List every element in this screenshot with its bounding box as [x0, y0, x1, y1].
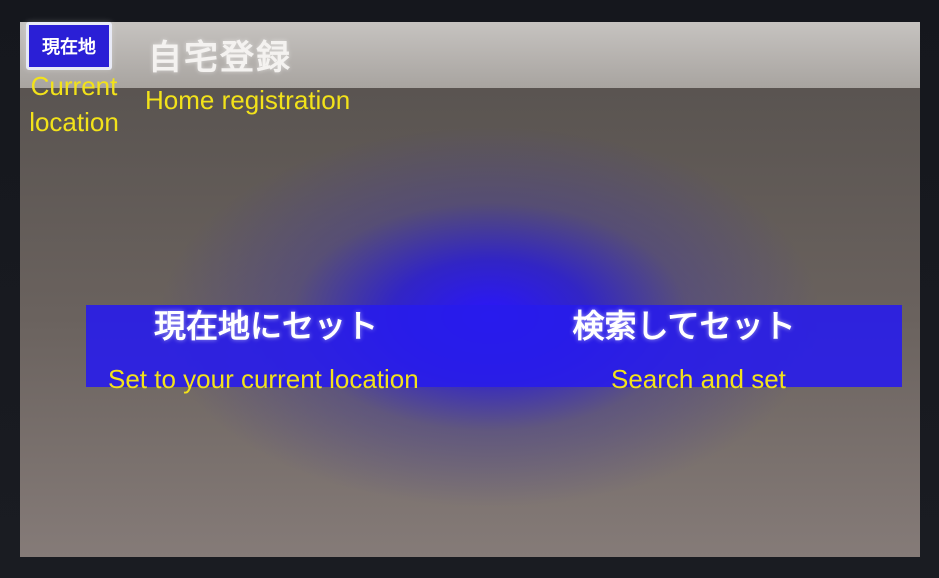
- caption-home-registration: Home registration: [145, 85, 351, 115]
- set-to-current-location-button[interactable]: 現在地にセット: [66, 283, 466, 365]
- search-and-set-button[interactable]: 検索してセット: [486, 283, 882, 365]
- current-location-button[interactable]: 現在地: [26, 22, 112, 70]
- caption-search-and-set: Search and set: [611, 364, 786, 394]
- page-title: 自宅登録: [148, 38, 292, 78]
- caption-set-current-location: Set to your current location: [108, 364, 419, 394]
- caption-current-location: Current location: [29, 71, 119, 137]
